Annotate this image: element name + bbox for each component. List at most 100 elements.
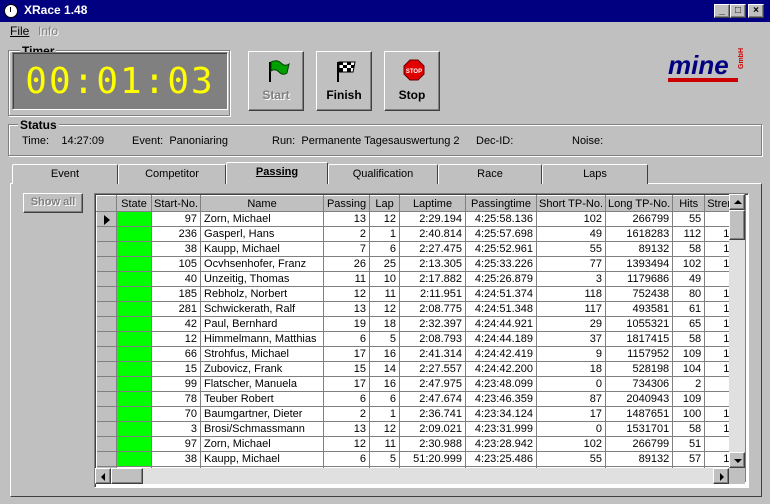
- table-cell[interactable]: Kaupp, Michael: [200, 451, 325, 467]
- row-indicator[interactable]: [96, 301, 117, 317]
- table-cell[interactable]: Teuber Robert: [200, 391, 325, 407]
- column-header[interactable]: Long TP-No.: [605, 195, 674, 212]
- table-row[interactable]: 99 Flatscher, Manuela 17 16 2:47.975 4:23:48.…: [96, 376, 746, 392]
- row-indicator[interactable]: [96, 241, 117, 257]
- finish-button[interactable]: Finish: [316, 51, 372, 111]
- table-row[interactable]: 38 Kaupp, Michael 6 5 51:20.999 4:23:25.486 55…: [96, 451, 746, 467]
- table-cell[interactable]: 10: [369, 271, 401, 287]
- table-cell[interactable]: 2:09.021: [399, 421, 467, 437]
- table-cell[interactable]: Kaupp, Michael: [200, 241, 325, 257]
- vertical-scroll-thumb[interactable]: [729, 210, 745, 240]
- show-all-button[interactable]: Show all: [23, 193, 83, 213]
- table-cell[interactable]: 4:24:42.200: [465, 361, 538, 377]
- table-cell[interactable]: Zorn, Michael: [200, 211, 325, 227]
- state-cell[interactable]: [116, 271, 152, 287]
- table-cell[interactable]: Unzeitig, Thomas: [200, 271, 325, 287]
- scroll-right-button[interactable]: [713, 468, 729, 484]
- table-cell[interactable]: 55: [672, 211, 706, 227]
- row-indicator[interactable]: [96, 451, 117, 467]
- row-indicator[interactable]: [96, 406, 117, 422]
- table-cell[interactable]: 29: [536, 316, 607, 332]
- table-cell[interactable]: 17: [323, 346, 371, 362]
- table-cell[interactable]: 2:41.314: [399, 346, 467, 362]
- state-cell[interactable]: [116, 226, 152, 242]
- table-row[interactable]: 12 Himmelmann, Matthias 6 5 2:08.793 4:24:44.…: [96, 331, 746, 347]
- table-cell[interactable]: 18: [369, 316, 401, 332]
- table-cell[interactable]: 70: [151, 406, 202, 422]
- table-cell[interactable]: 266799: [605, 436, 674, 452]
- table-cell[interactable]: 37: [536, 331, 607, 347]
- table-row[interactable]: 38 Kaupp, Michael 7 6 2:27.475 4:25:52.961 55 8…: [96, 241, 746, 257]
- table-cell[interactable]: 1393494: [605, 256, 674, 272]
- table-cell[interactable]: 2:36.741: [399, 406, 467, 422]
- horizontal-scrollbar[interactable]: [95, 468, 729, 484]
- table-cell[interactable]: 2:27.557: [399, 361, 467, 377]
- table-cell[interactable]: 51: [672, 436, 706, 452]
- state-cell[interactable]: [116, 211, 152, 227]
- vertical-scrollbar[interactable]: [729, 194, 745, 468]
- table-cell[interactable]: 12: [369, 421, 401, 437]
- table-cell[interactable]: 38: [151, 241, 202, 257]
- state-cell[interactable]: [116, 421, 152, 437]
- scroll-up-button[interactable]: [729, 194, 745, 210]
- table-cell[interactable]: Schwickerath, Ralf: [200, 301, 325, 317]
- table-cell[interactable]: Himmelmann, Matthias: [200, 331, 325, 347]
- table-cell[interactable]: 105: [151, 256, 202, 272]
- table-cell[interactable]: Strohfus, Michael: [200, 346, 325, 362]
- table-row[interactable]: 70 Baumgartner, Dieter 2 1 2:36.741 4:23:34.1…: [96, 406, 746, 422]
- table-cell[interactable]: 2: [323, 406, 371, 422]
- table-cell[interactable]: 2:29.194: [399, 211, 467, 227]
- table-cell[interactable]: Rebholz, Norbert: [200, 286, 325, 302]
- table-cell[interactable]: 12: [151, 331, 202, 347]
- state-cell[interactable]: [116, 286, 152, 302]
- table-row[interactable]: 42 Paul, Bernhard 19 18 2:32.397 4:24:44.921 2…: [96, 316, 746, 332]
- table-cell[interactable]: 19: [323, 316, 371, 332]
- table-cell[interactable]: 42: [151, 316, 202, 332]
- table-row[interactable]: 40 Unzeitig, Thomas 11 10 2:17.882 4:25:26.87…: [96, 271, 746, 287]
- table-cell[interactable]: 4:25:26.879: [465, 271, 538, 287]
- table-cell[interactable]: 16: [369, 376, 401, 392]
- table-cell[interactable]: 12: [323, 286, 371, 302]
- table-cell[interactable]: 104: [672, 361, 706, 377]
- table-cell[interactable]: 0: [536, 376, 607, 392]
- table-cell[interactable]: 15: [151, 361, 202, 377]
- table-cell[interactable]: 26: [323, 256, 371, 272]
- table-cell[interactable]: 2: [672, 376, 706, 392]
- menu-file[interactable]: File: [10, 24, 29, 38]
- column-header[interactable]: Short TP-No.: [536, 195, 607, 212]
- table-cell[interactable]: 1531701: [605, 421, 674, 437]
- table-cell[interactable]: Ocvhsenhofer, Franz: [200, 256, 325, 272]
- table-cell[interactable]: 528198: [605, 361, 674, 377]
- table-cell[interactable]: Gasperl, Hans: [200, 226, 325, 242]
- table-cell[interactable]: 58: [672, 421, 706, 437]
- table-cell[interactable]: 25: [369, 256, 401, 272]
- table-cell[interactable]: 0: [536, 421, 607, 437]
- row-indicator[interactable]: [96, 286, 117, 302]
- state-cell[interactable]: [116, 331, 152, 347]
- table-cell[interactable]: 2:11.951: [399, 286, 467, 302]
- table-cell[interactable]: 7: [323, 241, 371, 257]
- table-cell[interactable]: 97: [151, 211, 202, 227]
- table-cell[interactable]: Brosi/Schmassmann: [200, 421, 325, 437]
- table-cell[interactable]: Zorn, Michael: [200, 436, 325, 452]
- table-cell[interactable]: 3: [536, 271, 607, 287]
- table-cell[interactable]: 100: [672, 406, 706, 422]
- table-cell[interactable]: 4:23:31.999: [465, 421, 538, 437]
- column-header[interactable]: Name: [200, 195, 325, 212]
- row-indicator[interactable]: [96, 421, 117, 437]
- table-cell[interactable]: Zubovicz, Frank: [200, 361, 325, 377]
- tab-event[interactable]: Event: [12, 164, 118, 184]
- table-cell[interactable]: 14: [369, 361, 401, 377]
- table-cell[interactable]: 1055321: [605, 316, 674, 332]
- row-indicator[interactable]: [96, 316, 117, 332]
- table-cell[interactable]: 6: [323, 331, 371, 347]
- table-cell[interactable]: 18: [536, 361, 607, 377]
- table-cell[interactable]: 49: [672, 271, 706, 287]
- table-cell[interactable]: 51:20.999: [399, 451, 467, 467]
- table-cell[interactable]: 5: [369, 331, 401, 347]
- table-row[interactable]: 15 Zubovicz, Frank 15 14 2:27.557 4:24:42.200…: [96, 361, 746, 377]
- table-cell[interactable]: 15: [323, 361, 371, 377]
- tab-laps[interactable]: Laps: [542, 164, 648, 184]
- table-cell[interactable]: 4:24:51.374: [465, 286, 538, 302]
- table-row[interactable]: 236 Gasperl, Hans 2 1 2:40.814 4:25:57.698 49 1…: [96, 226, 746, 242]
